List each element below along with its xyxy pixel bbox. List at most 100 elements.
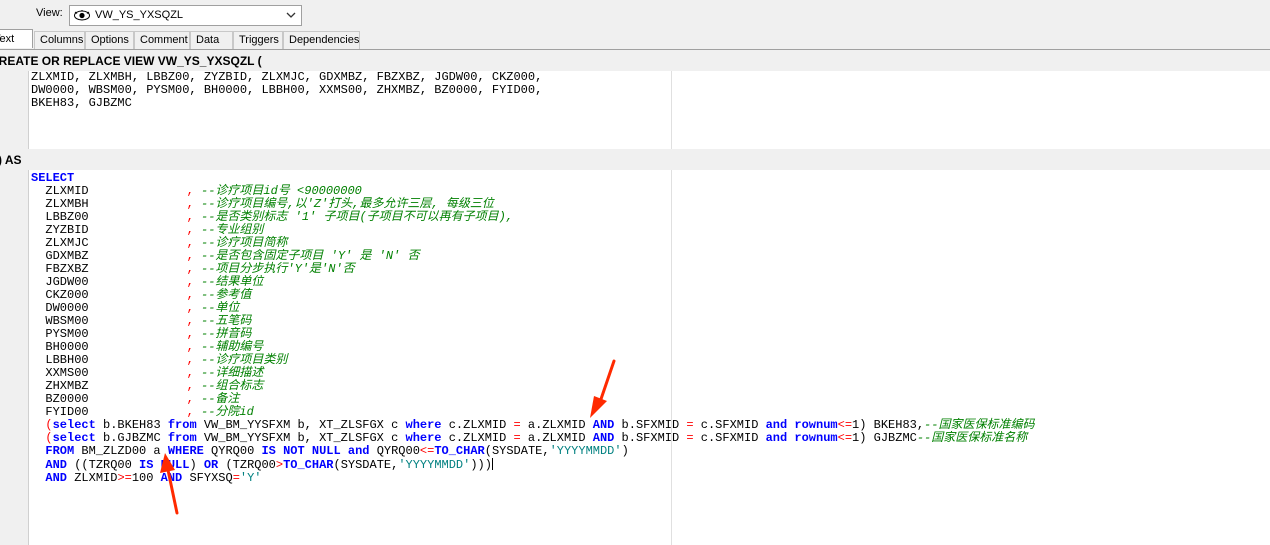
view-select-value: VW_YS_YXSQZL	[95, 9, 184, 21]
code-line: AND ((TZRQ00 IS NULL) OR (TZRQ00>TO_CHAR…	[31, 458, 493, 472]
keyword: select	[52, 431, 96, 445]
code-token: b.SFXMID	[614, 418, 687, 432]
code-line: PYSM00, --拼音码	[31, 327, 251, 341]
tab-triggers[interactable]: Triggers	[233, 31, 283, 49]
code-token: a.ZLXMID	[520, 418, 593, 432]
tab-comment[interactable]: Comment	[134, 31, 190, 49]
field-name: LBBH00	[45, 353, 89, 367]
tab-options[interactable]: Options	[85, 31, 134, 49]
view-select[interactable]: VW_YS_YXSQZL	[69, 5, 302, 26]
code-line: LBBH00, --诊疗项目类别	[31, 353, 287, 367]
keyword: AND	[592, 418, 615, 432]
code-token: QYRQ00	[203, 444, 262, 458]
comma-operator: ,	[186, 288, 194, 302]
code-line: BH0000, --辅助编号	[31, 340, 263, 354]
field-comment: --五笔码	[201, 314, 252, 328]
field-comment: --参考值	[201, 288, 252, 302]
keyword: AND	[45, 471, 68, 485]
comma-operator: ,	[186, 223, 194, 237]
tab-dependencies[interactable]: Dependencies	[283, 31, 360, 49]
tab-divider	[0, 49, 1270, 50]
comma-operator: ,	[186, 379, 194, 393]
field-comment: --组合标志	[201, 379, 264, 393]
comma-operator: ,	[186, 405, 194, 419]
code-token: )	[621, 444, 629, 458]
field-comment: --单位	[201, 301, 240, 315]
tab-data[interactable]: Data	[190, 31, 233, 49]
code-token: 1) GJBZMC	[852, 431, 917, 445]
code-line: XXMS00, --详细描述	[31, 366, 263, 380]
chevron-down-icon[interactable]	[286, 11, 296, 19]
code-line: BZ0000, --备注	[31, 392, 239, 406]
keyword: where	[405, 431, 442, 445]
code-line: ZYZBID, --专业组别	[31, 223, 263, 237]
field-name: GDXMBZ	[45, 249, 89, 263]
right-margin-line	[671, 71, 672, 149]
code-token: )))	[470, 458, 492, 472]
field-comment: --是否类别标志 '1' 子项目(子项目不可以再有子项目),	[201, 210, 514, 224]
code-token: (SYSDATE,	[333, 458, 399, 472]
code-line: FROM BM_ZLZD00 a WHERE QYRQ00 IS NOT NUL…	[31, 444, 629, 458]
tab-bar: Text Columns Options Comment Data Trigge…	[0, 29, 1270, 50]
code-token: a.ZLXMID	[520, 431, 593, 445]
comma-operator: ,	[186, 262, 194, 276]
field-comment: --诊疗项目类别	[201, 353, 288, 367]
paren: (	[45, 418, 53, 432]
comma-operator: ,	[186, 184, 194, 198]
keyword: IS NULL	[139, 458, 190, 472]
keyword: from	[167, 418, 197, 432]
comma-operator: ,	[186, 340, 194, 354]
query-gutter	[0, 170, 28, 545]
code-token: b.GJBZMC	[95, 431, 168, 445]
field-comment: --结果单位	[201, 275, 264, 289]
field-comment: --项目分步执行'Y'是'N'否	[201, 262, 355, 276]
field-name: XXMS00	[45, 366, 89, 380]
code-line: WBSM00, --五笔码	[31, 314, 251, 328]
operator: <=	[837, 418, 853, 432]
code-line: ZLXMJC, --诊疗项目简称	[31, 236, 287, 250]
comma-operator: ,	[186, 249, 194, 263]
field-comment: --拼音码	[201, 327, 252, 341]
code-token: (TZRQ00	[218, 458, 276, 472]
function-name: TO_CHAR	[434, 444, 485, 458]
keyword: WHERE	[167, 444, 204, 458]
code-line: ZLXMID, --诊疗项目id号 <90000000	[31, 184, 361, 198]
string-literal: 'YYYYMMDD'	[549, 444, 622, 458]
subquery-comment: --国家医保标准编码	[924, 418, 1035, 432]
field-name: WBSM00	[45, 314, 89, 328]
operator: =	[686, 418, 694, 432]
comma-operator: ,	[186, 197, 194, 211]
code-line: FBZXBZ, --项目分步执行'Y'是'N'否	[31, 262, 355, 276]
field-comment: --诊疗项目简称	[201, 236, 288, 250]
keyword: and	[765, 418, 788, 432]
code-token: c.ZLXMID	[441, 431, 514, 445]
query-editor[interactable]: SELECT ZLXMID, --诊疗项目id号 <90000000 ZLXMB…	[28, 170, 1270, 545]
code-line: LBBZ00, --是否类别标志 '1' 子项目(子项目不可以再有子项目),	[31, 210, 513, 224]
code-line: FYID00, --分院id	[31, 405, 254, 419]
keyword: and	[765, 431, 788, 445]
columns-editor[interactable]: ZLXMID, ZLXMBH, LBBZ00, ZYZBID, ZLXMJC, …	[28, 71, 1270, 149]
field-comment: --备注	[201, 392, 240, 406]
keyword: AND	[592, 431, 615, 445]
operator: =	[686, 431, 694, 445]
field-comment: --详细描述	[201, 366, 264, 380]
comma-operator: ,	[186, 301, 194, 315]
comma-operator: ,	[186, 314, 194, 328]
tab-columns[interactable]: Columns	[34, 31, 85, 49]
field-comment: --是否包含固定子项目 'Y' 是 'N' 否	[201, 249, 420, 263]
field-name: ZLXMID	[45, 184, 89, 198]
code-token: VW_BM_YYSFXM b, XT_ZLSFGX c	[196, 431, 406, 445]
code-line: SELECT	[31, 171, 74, 185]
tab-text[interactable]: Text	[0, 29, 33, 48]
comma-operator: ,	[186, 366, 194, 380]
field-name: ZLXMBH	[45, 197, 89, 211]
keyword: rownum	[794, 418, 838, 432]
field-comment: --分院id	[201, 405, 254, 419]
string-literal: 'YYYYMMDD'	[398, 458, 471, 472]
field-comment: --诊疗项目编号,以'Z'打头,最多允许三层, 每级三位	[201, 197, 494, 211]
code-line: (select b.BKEH83 from VW_BM_YYSFXM b, XT…	[31, 418, 1034, 432]
subquery-comment: --国家医保标准名称	[916, 431, 1028, 445]
code-token: c.SFXMID	[693, 431, 766, 445]
columns-text: ZLXMID, ZLXMBH, LBBZ00, ZYZBID, ZLXMJC, …	[31, 70, 543, 110]
operator: >=	[117, 471, 132, 485]
